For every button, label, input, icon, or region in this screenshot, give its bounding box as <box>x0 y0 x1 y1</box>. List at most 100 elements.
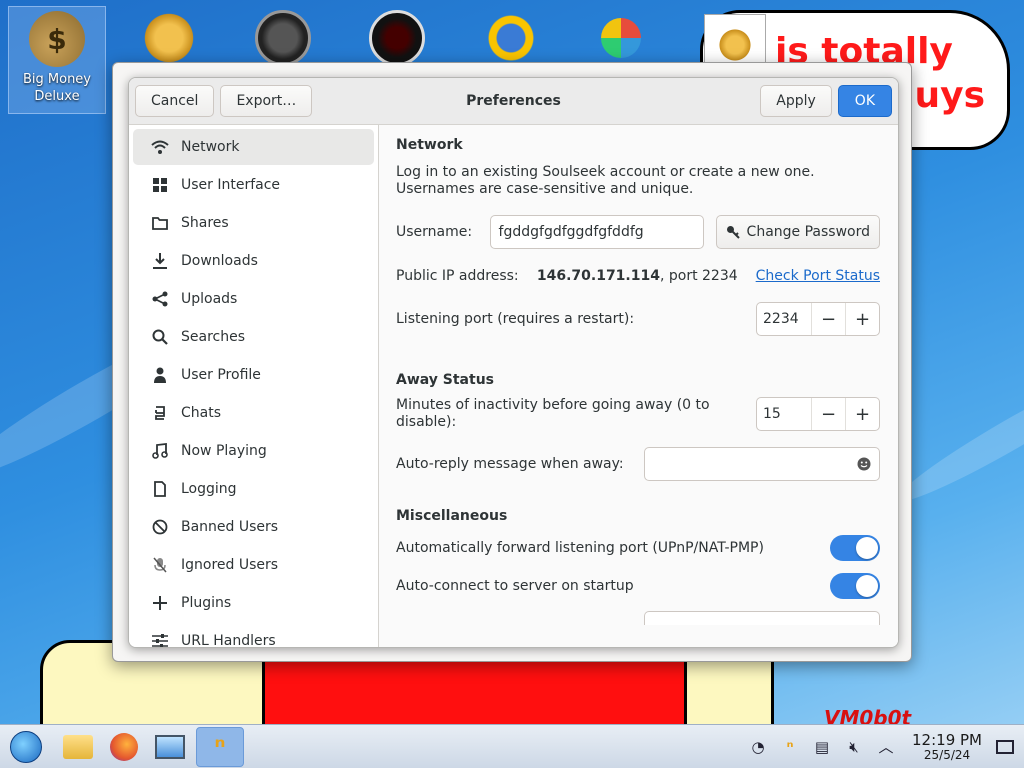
download-icon <box>151 252 169 270</box>
globe-icon <box>483 10 539 66</box>
sidebar-item-label: Logging <box>181 481 237 497</box>
sliders-icon <box>151 632 169 647</box>
sidebar-item-label: Ignored Users <box>181 557 279 573</box>
taskbar: ⁿ ◔ ⁿ ▤ 🔇︎ ︿ 12:19 PM 25/5/24 <box>0 724 1024 768</box>
clipboard-icon[interactable]: ▤ <box>811 736 833 758</box>
sidebar-item-banned-users[interactable]: Banned Users <box>133 509 374 545</box>
upnp-label: Automatically forward listening port (UP… <box>396 540 764 556</box>
section-title-network: Network <box>396 137 463 153</box>
minus-icon[interactable]: − <box>811 398 845 430</box>
public-ip-label: Public IP address: <box>396 268 519 284</box>
clock[interactable]: 12:19 PM 25/5/24 <box>912 732 982 762</box>
sidebar-item-plugins[interactable]: Plugins <box>133 585 374 621</box>
sidebar-item-user-interface[interactable]: User Interface <box>133 167 374 203</box>
document-icon <box>151 480 169 498</box>
sidebar-item-downloads[interactable]: Downloads <box>133 243 374 279</box>
sidebar-item-user-profile[interactable]: User Profile <box>133 357 374 393</box>
taskbar-control-panel[interactable] <box>150 727 190 767</box>
music-icon <box>151 442 169 460</box>
folder-icon <box>63 734 93 759</box>
sidebar-item-label: User Interface <box>181 177 281 193</box>
taskbar-nicotine[interactable]: ⁿ <box>196 726 244 767</box>
away-minutes-input[interactable]: 15 <box>757 398 811 430</box>
desktop-icon-big-money-deluxe[interactable]: $ Big Money Deluxe <box>8 6 106 114</box>
sidebar-item-shares[interactable]: Shares <box>133 205 374 241</box>
change-password-button[interactable]: Change Password <box>715 215 880 249</box>
check-port-status-link[interactable]: Check Port Status <box>756 268 880 284</box>
taskbar-firefox[interactable] <box>104 727 144 767</box>
away-minutes-spinner: 15 − + <box>756 397 880 431</box>
autoreply-input[interactable] <box>644 447 880 481</box>
toggle-knob <box>856 575 878 597</box>
sidebar-item-logging[interactable]: Logging <box>133 471 374 507</box>
grid-icon <box>151 176 169 194</box>
show-desktop-icon[interactable] <box>996 739 1014 754</box>
upnp-toggle[interactable] <box>830 535 880 561</box>
sidebar-item-label: Uploads <box>181 291 238 307</box>
preferences-content: Network Log in to an existing Soulseek a… <box>379 125 898 647</box>
gear-icon <box>717 27 753 63</box>
sidebar-item-label: URL Handlers <box>181 633 276 648</box>
sidebar-item-ignored-users[interactable]: Ignored Users <box>133 547 374 583</box>
money-bag-icon: $ <box>29 11 85 67</box>
plus-icon[interactable]: + <box>845 398 879 430</box>
clock-date: 25/5/24 <box>923 747 971 762</box>
plus-icon <box>151 594 169 612</box>
share-icon <box>151 290 169 308</box>
section-title-miscellaneous: Miscellaneous <box>396 508 508 524</box>
public-ip-value: 146.70.171.114 <box>536 268 660 284</box>
preferences-dialog: Cancel Export… Preferences Apply OK Netw… <box>128 77 899 648</box>
export-button[interactable]: Export… <box>220 85 313 117</box>
listening-port-input[interactable]: 2234 <box>757 303 811 335</box>
sidebar-item-label: Banned Users <box>181 519 279 535</box>
minus-icon[interactable]: − <box>811 303 845 335</box>
listening-port-label: Listening port (requires a restart): <box>396 311 635 327</box>
emoji-icon[interactable] <box>857 457 871 471</box>
autoconnect-label: Auto-connect to server on startup <box>396 578 634 594</box>
sidebar-item-now-playing[interactable]: Now Playing <box>133 433 374 469</box>
office-icon <box>601 18 641 58</box>
username-field[interactable]: fgddgfgdfggdfgfddfg <box>489 215 704 249</box>
start-button[interactable] <box>6 727 46 767</box>
public-ip-port: , port 2234 <box>659 268 738 284</box>
username-label: Username: <box>396 224 473 240</box>
sidebar-item-label: User Profile <box>181 367 261 383</box>
dialog-header: Cancel Export… Preferences Apply OK <box>129 78 898 125</box>
section-title-away-status: Away Status <box>396 372 494 388</box>
network-icon[interactable]: ◔ <box>747 736 769 758</box>
network-description: Log in to an existing Soulseek account o… <box>396 164 815 197</box>
desktop-icon-label: Big Money Deluxe <box>22 72 91 104</box>
ban-icon <box>151 518 169 536</box>
sidebar-item-url-handlers[interactable]: URL Handlers <box>133 623 374 648</box>
autoreply-label: Auto-reply message when away: <box>396 456 624 472</box>
sidebar-item-searches[interactable]: Searches <box>133 319 374 355</box>
sidebar-item-chats[interactable]: Chats <box>133 395 374 431</box>
disk-icon <box>369 10 425 66</box>
cancel-button[interactable]: Cancel <box>135 85 215 117</box>
apply-button[interactable]: Apply <box>760 85 832 117</box>
sidebar-item-label: Downloads <box>181 253 258 269</box>
sidebar-item-label: Now Playing <box>181 443 267 459</box>
sidebar-item-uploads[interactable]: Uploads <box>133 281 374 317</box>
speaker-muted-icon[interactable]: 🔇︎ <box>843 736 865 758</box>
folder-icon <box>151 214 169 232</box>
key-icon <box>726 225 740 239</box>
away-minutes-label: Minutes of inactivity before going away … <box>396 397 710 430</box>
sidebar-item-network[interactable]: Network <box>133 129 374 165</box>
sidebar-item-label: Searches <box>181 329 246 345</box>
plus-icon[interactable]: + <box>845 303 879 335</box>
partial-input[interactable] <box>644 611 880 625</box>
ok-button[interactable]: OK <box>837 85 892 117</box>
sidebar-item-label: Plugins <box>181 595 232 611</box>
mic-muted-icon <box>151 556 169 574</box>
change-password-label: Change Password <box>746 224 870 240</box>
firefox-icon <box>110 732 138 761</box>
chevron-up-icon[interactable]: ︿ <box>875 736 897 758</box>
preferences-sidebar: Network User Interface Shares Downloads <box>129 125 379 648</box>
speedometer-icon <box>255 10 311 66</box>
user-icon <box>151 366 169 384</box>
autoconnect-toggle[interactable] <box>830 573 880 599</box>
taskbar-file-manager[interactable] <box>58 727 98 767</box>
wifi-icon <box>151 138 169 156</box>
nicotine-tray-icon[interactable]: ⁿ <box>779 736 801 758</box>
